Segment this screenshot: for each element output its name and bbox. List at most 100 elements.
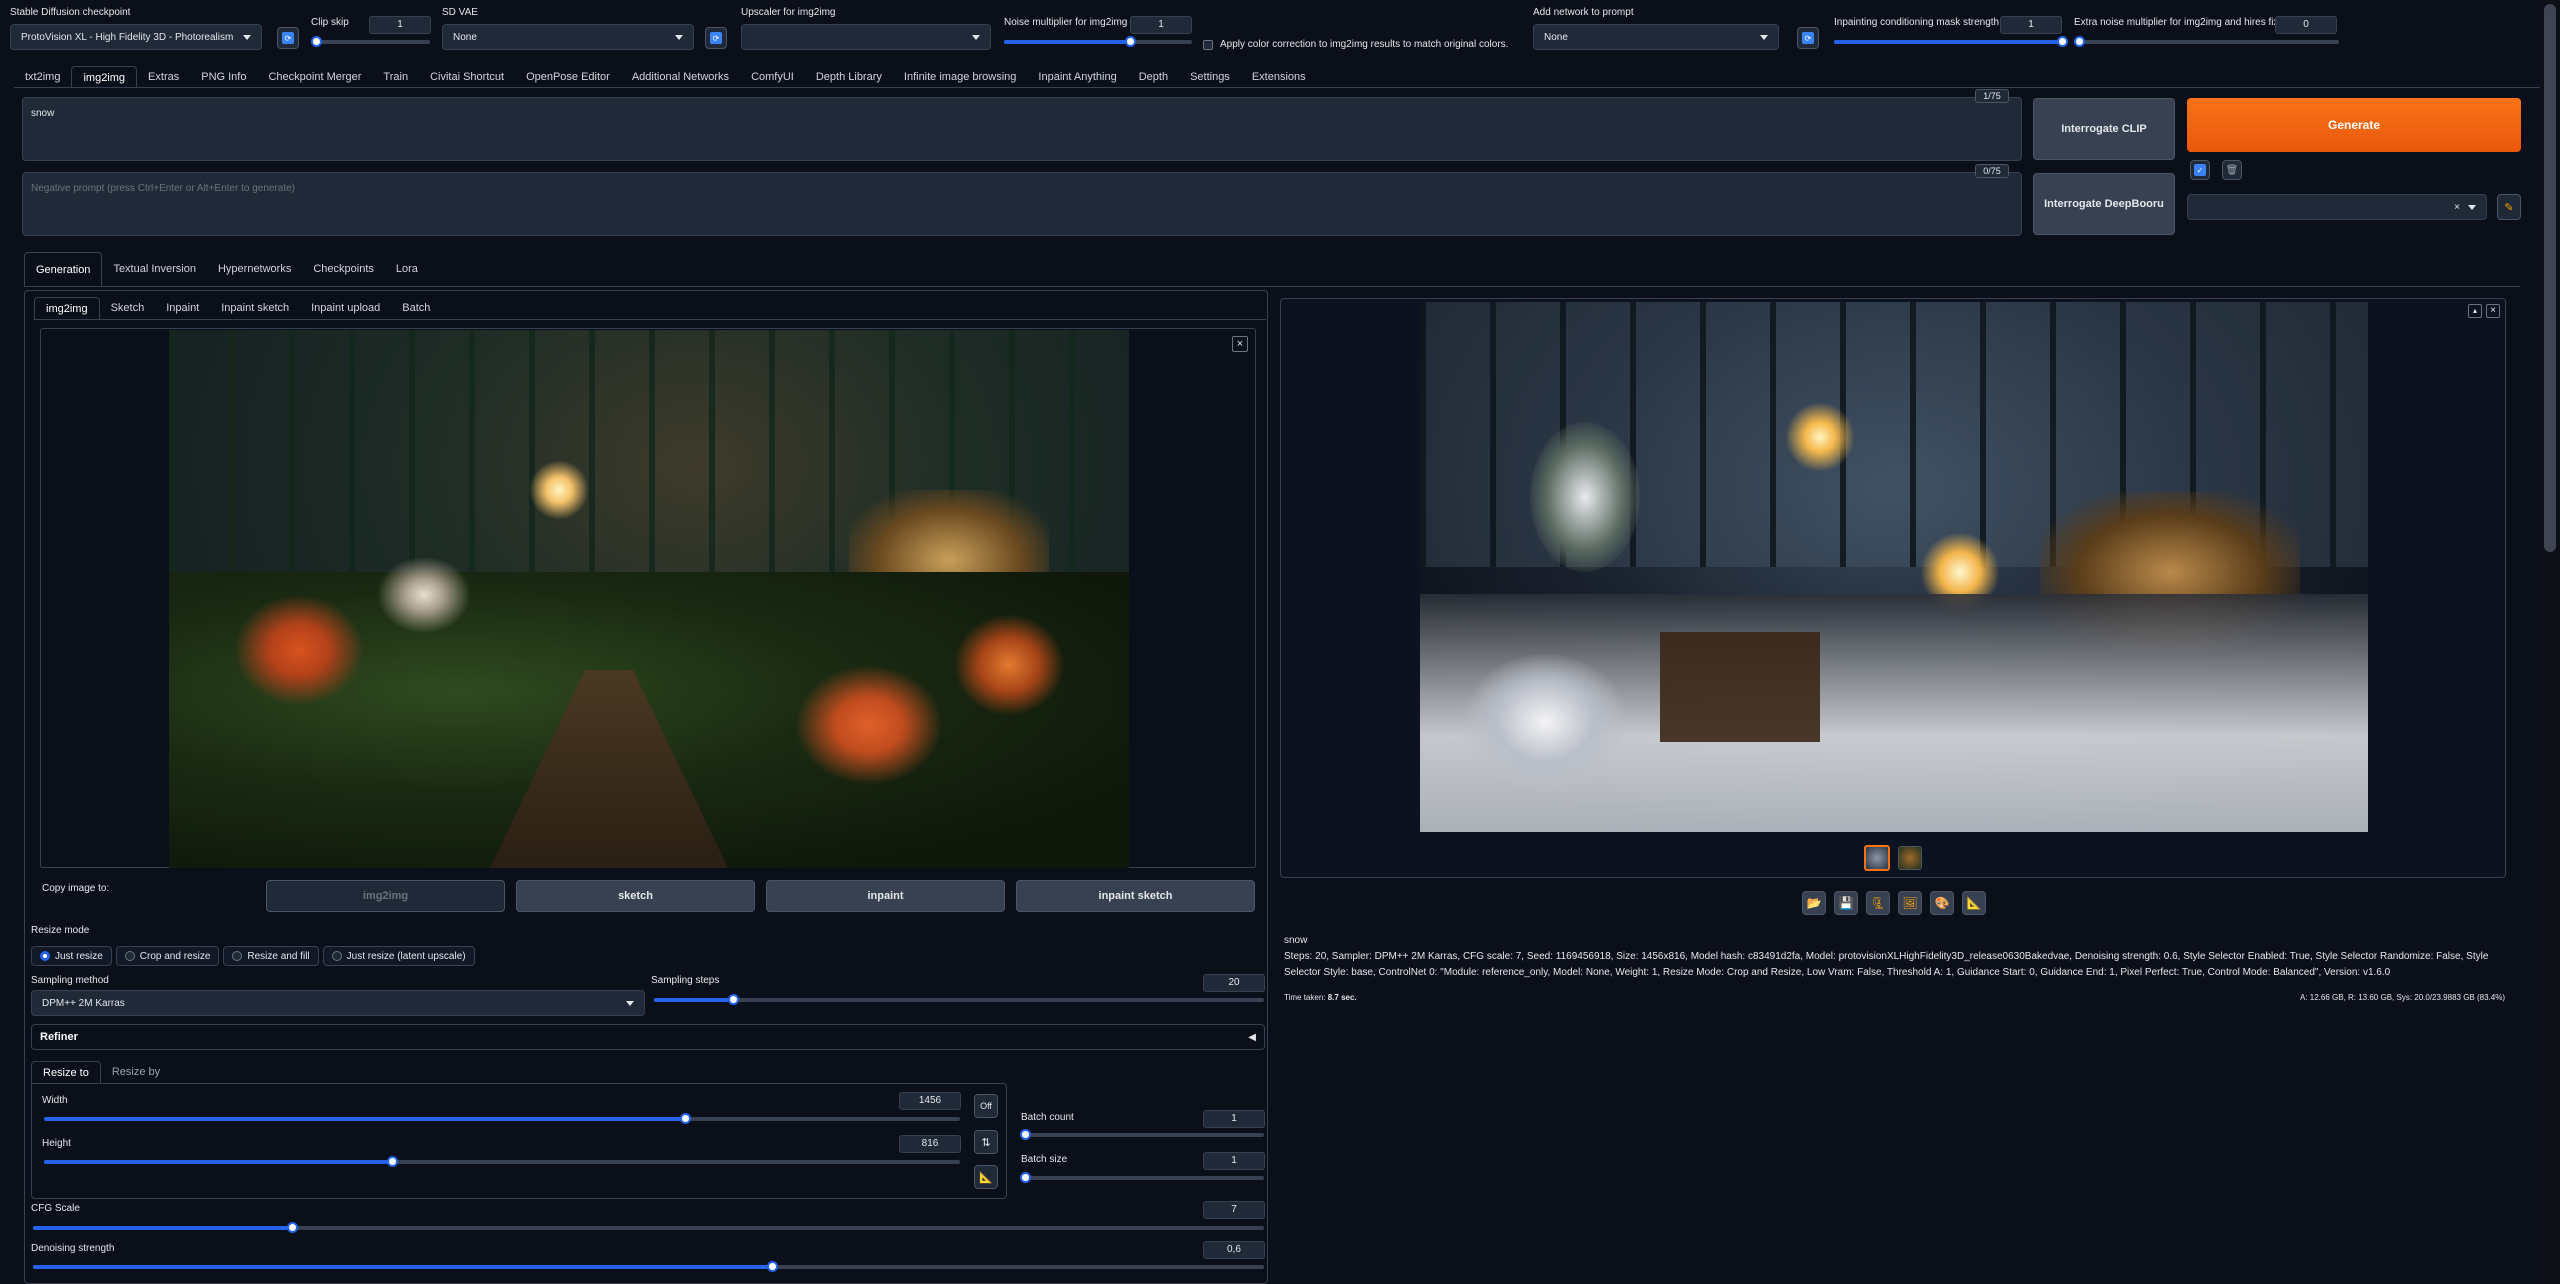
pencil-icon: ✎	[2504, 201, 2514, 214]
refresh-vae-button[interactable]: ⟳	[705, 27, 727, 49]
denoising-strength-slider[interactable]	[33, 1261, 1264, 1272]
subtab-lora[interactable]: Lora	[385, 252, 429, 286]
resizetab-resize-by[interactable]: Resize by	[101, 1061, 171, 1083]
paste-params-button[interactable]: ✓	[2190, 160, 2210, 180]
resize-mode-resize-and-fill[interactable]: Resize and fill	[223, 946, 319, 966]
modetab-inpaint-upload[interactable]: Inpaint upload	[300, 297, 391, 319]
modetab-inpaint-sketch[interactable]: Inpaint sketch	[210, 297, 300, 319]
modetab-img2img[interactable]: img2img	[34, 297, 100, 319]
sd-vae-dropdown[interactable]: None	[442, 24, 694, 50]
refresh-checkpoint-button[interactable]: ⟳	[277, 27, 299, 49]
clip-skip-slider[interactable]	[311, 36, 430, 47]
negative-prompt-textarea[interactable]: Negative prompt (press Ctrl+Enter or Alt…	[22, 172, 2022, 236]
tab-extras[interactable]: Extras	[137, 66, 190, 88]
subtab-textual-inversion[interactable]: Textual Inversion	[102, 252, 207, 286]
noise-multiplier-slider[interactable]	[1004, 36, 1192, 47]
tab-txt2img[interactable]: txt2img	[14, 66, 71, 88]
interrogate-deepbooru-button[interactable]: Interrogate DeepBooru	[2033, 173, 2175, 235]
sampling-method-dropdown[interactable]: DPM++ 2M Karras	[31, 990, 645, 1016]
generate-button[interactable]: Generate	[2187, 98, 2521, 152]
tab-train[interactable]: Train	[372, 66, 419, 88]
width-slider[interactable]	[44, 1113, 960, 1124]
refiner-accordion[interactable]: Refiner ◀	[31, 1024, 1265, 1050]
height-slider[interactable]	[44, 1156, 960, 1167]
cfg-scale-slider[interactable]	[33, 1222, 1264, 1233]
styles-dropdown[interactable]: ×	[2187, 194, 2487, 220]
copy-to-img2img-button[interactable]: img2img	[266, 880, 505, 912]
resize-mode-crop-and-resize[interactable]: Crop and resize	[115, 946, 220, 966]
tab-comfyui[interactable]: ComfyUI	[740, 66, 805, 88]
resize-mode-latent-upscale[interactable]: Just resize (latent upscale)	[322, 946, 475, 966]
tab-extensions[interactable]: Extensions	[1241, 66, 1317, 88]
tab-depth[interactable]: Depth	[1128, 66, 1179, 88]
tab-settings[interactable]: Settings	[1179, 66, 1241, 88]
interrogate-clip-button[interactable]: Interrogate CLIP	[2033, 98, 2175, 160]
hires-off-button[interactable]: Off	[974, 1094, 998, 1118]
send-to-inpaint-icon[interactable]: 🎨	[1930, 891, 1954, 915]
close-icon[interactable]: ×	[1232, 336, 1248, 352]
batch-count-input[interactable]: 1	[1203, 1110, 1265, 1128]
subtab-hypernetworks[interactable]: Hypernetworks	[207, 252, 302, 286]
output-snowy-greenhouse-image[interactable]	[1420, 302, 2368, 832]
save-icon[interactable]: 💾	[1834, 891, 1858, 915]
inpaint-mask-slider[interactable]	[1834, 36, 2068, 47]
resizetab-resize-to[interactable]: Resize to	[31, 1061, 101, 1083]
add-network-dropdown[interactable]: None	[1533, 24, 1779, 50]
fullscreen-icon[interactable]: ▴	[2468, 304, 2482, 318]
modetab-batch[interactable]: Batch	[391, 297, 441, 319]
tab-img2img[interactable]: img2img	[71, 66, 138, 88]
noise-multiplier-input[interactable]: 1	[1130, 16, 1192, 34]
subtab-generation[interactable]: Generation	[24, 252, 103, 286]
height-input[interactable]: 816	[899, 1135, 961, 1153]
page-scrollbar-thumb[interactable]	[2544, 4, 2556, 552]
output-thumbnail[interactable]	[1898, 846, 1922, 870]
cfg-scale-input[interactable]: 7	[1203, 1201, 1265, 1219]
modetab-sketch[interactable]: Sketch	[100, 297, 156, 319]
swap-dimensions-button[interactable]: ⇅	[974, 1130, 998, 1154]
tab-inpaint-anything[interactable]: Inpaint Anything	[1027, 66, 1127, 88]
copy-to-inpaint-button[interactable]: inpaint	[766, 880, 1005, 912]
color-correction-checkbox[interactable]	[1203, 40, 1213, 50]
batch-size-input[interactable]: 1	[1203, 1152, 1265, 1170]
tab-additional-networks[interactable]: Additional Networks	[621, 66, 740, 88]
resize-mode-just-resize[interactable]: Just resize	[31, 946, 112, 966]
send-to-img2img-icon[interactable]: 🖼	[1898, 891, 1922, 915]
inpaint-mask-input[interactable]: 1	[2000, 16, 2062, 34]
batch-count-slider[interactable]	[1020, 1129, 1264, 1140]
sampling-steps-slider[interactable]	[654, 994, 1264, 1005]
chevron-down-icon	[243, 34, 251, 40]
tab-openpose-editor[interactable]: OpenPose Editor	[515, 66, 621, 88]
aspect-ratio-button[interactable]: 📐	[974, 1165, 998, 1189]
checkpoint-dropdown[interactable]: ProtoVision XL - High Fidelity 3D - Phot…	[10, 24, 262, 50]
extra-noise-input[interactable]: 0	[2275, 16, 2337, 34]
refresh-network-button[interactable]: ⟳	[1797, 27, 1819, 49]
tab-infinite-image-browsing[interactable]: Infinite image browsing	[893, 66, 1028, 88]
clip-skip-input[interactable]: 1	[369, 16, 431, 34]
sampling-steps-input[interactable]: 20	[1203, 974, 1265, 992]
folder-icon[interactable]: 📂	[1802, 891, 1826, 915]
output-thumbnail-selected[interactable]	[1864, 845, 1890, 871]
clear-prompt-button[interactable]: 🗑	[2222, 160, 2242, 180]
prompt-textarea[interactable]: snow	[22, 97, 2022, 161]
negative-token-counter: 0/75	[1975, 164, 2009, 178]
clear-x-icon[interactable]: ×	[2454, 202, 2460, 213]
zip-icon[interactable]: 🗜	[1866, 891, 1890, 915]
extra-noise-slider[interactable]	[2074, 36, 2339, 47]
width-input[interactable]: 1456	[899, 1092, 961, 1110]
copy-to-sketch-button[interactable]: sketch	[516, 880, 755, 912]
tab-depth-library[interactable]: Depth Library	[805, 66, 893, 88]
copy-image-label: Copy image to:	[42, 883, 110, 894]
close-icon[interactable]: ×	[2486, 304, 2500, 318]
upscaler-dropdown[interactable]	[741, 24, 991, 50]
chevron-down-icon	[675, 34, 683, 40]
copy-to-inpaint-sketch-button[interactable]: inpaint sketch	[1016, 880, 1255, 912]
subtab-checkpoints[interactable]: Checkpoints	[302, 252, 385, 286]
modetab-inpaint[interactable]: Inpaint	[155, 297, 210, 319]
denoising-strength-input[interactable]: 0,6	[1203, 1241, 1265, 1259]
batch-size-slider[interactable]	[1020, 1172, 1264, 1183]
tab-civitai-shortcut[interactable]: Civitai Shortcut	[419, 66, 515, 88]
tab-checkpoint-merger[interactable]: Checkpoint Merger	[257, 66, 372, 88]
tab-png-info[interactable]: PNG Info	[190, 66, 257, 88]
edit-styles-button[interactable]: ✎	[2497, 194, 2521, 220]
send-to-extras-icon[interactable]: 📐	[1962, 891, 1986, 915]
